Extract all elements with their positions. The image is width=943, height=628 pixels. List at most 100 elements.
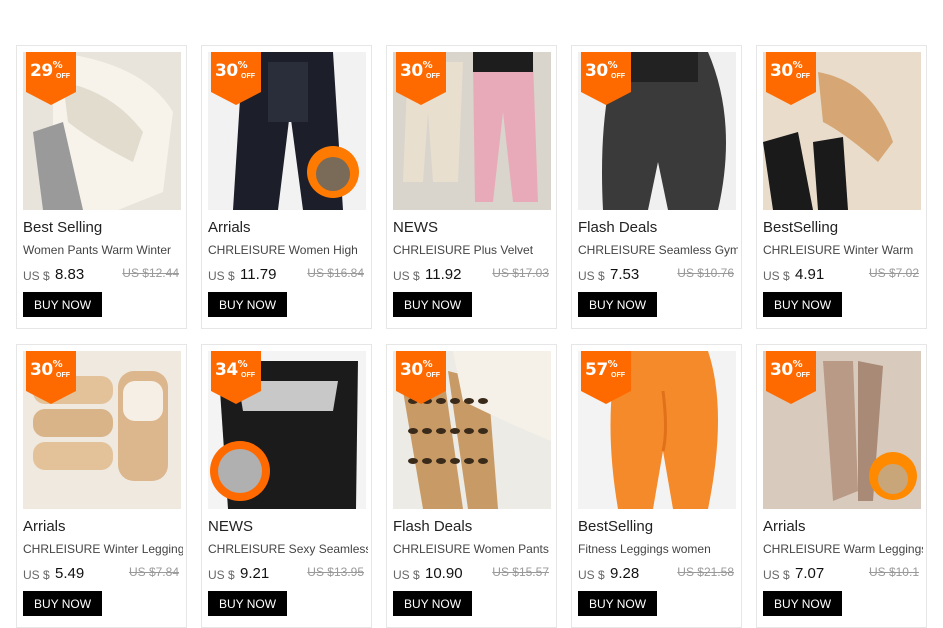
buy-now-button[interactable]: BUY NOW: [393, 591, 472, 616]
current-price: 7.07: [795, 565, 825, 582]
original-price: US $7.02: [868, 266, 919, 280]
discount-off-label: OFF: [796, 73, 810, 80]
product-card[interactable]: 30% OFF Flash Deals CHRLEISURE Women Pan…: [386, 344, 557, 628]
currency-label: US $: [763, 269, 790, 283]
discount-off-label: OFF: [611, 372, 625, 379]
product-image[interactable]: 34% OFF: [208, 351, 366, 509]
product-image[interactable]: 30% OFF: [23, 351, 181, 509]
discount-off-label: OFF: [426, 372, 440, 379]
product-card[interactable]: 30% OFF Arrials CHRLEISURE Warm Leggings…: [756, 344, 927, 628]
current-price: 4.91: [795, 266, 825, 283]
discount-percent: 57: [585, 360, 608, 380]
product-card[interactable]: 30% OFF BestSelling CHRLEISURE Winter Wa…: [756, 45, 927, 329]
discount-badge: 30% OFF: [26, 351, 76, 404]
discount-badge: 30% OFF: [396, 351, 446, 404]
product-image[interactable]: 30% OFF: [578, 52, 736, 210]
original-price: US $17.03: [492, 266, 549, 280]
product-tag: Flash Deals: [578, 219, 658, 236]
product-name[interactable]: CHRLEISURE Women High: [208, 243, 368, 257]
product-tag: BestSelling: [763, 219, 839, 236]
original-price: US $12.44: [122, 266, 179, 280]
buy-now-button[interactable]: BUY NOW: [763, 591, 842, 616]
original-price: US $10.1: [868, 565, 919, 579]
product-card[interactable]: 34% OFF NEWS CHRLEISURE Sexy Seamless US…: [201, 344, 372, 628]
buy-now-button[interactable]: BUY NOW: [23, 292, 102, 317]
currency-label: US $: [23, 269, 50, 283]
product-tag: NEWS: [393, 219, 438, 236]
discount-badge: 30% OFF: [581, 52, 631, 105]
discount-off-label: OFF: [56, 372, 70, 379]
product-name[interactable]: Women Pants Warm Winter: [23, 243, 183, 257]
product-name[interactable]: CHRLEISURE Winter Leggings: [23, 542, 183, 556]
product-card[interactable]: 29% OFF Best Selling Women Pants Warm Wi…: [16, 45, 187, 329]
discount-badge: 30% OFF: [766, 351, 816, 404]
buy-now-button[interactable]: BUY NOW: [208, 292, 287, 317]
product-name[interactable]: CHRLEISURE Winter Warm: [763, 243, 923, 257]
current-price: 7.53: [610, 266, 640, 283]
product-image[interactable]: 57% OFF: [578, 351, 736, 509]
product-card[interactable]: 30% OFF Flash Deals CHRLEISURE Seamless …: [571, 45, 742, 329]
product-name[interactable]: CHRLEISURE Plus Velvet: [393, 243, 553, 257]
discount-percent: 30: [400, 360, 423, 380]
discount-badge: 30% OFF: [766, 52, 816, 105]
product-card[interactable]: 30% OFF Arrials CHRLEISURE Women High US…: [201, 45, 372, 329]
buy-now-button[interactable]: BUY NOW: [208, 591, 287, 616]
original-price: US $13.95: [307, 565, 364, 579]
currency-label: US $: [393, 568, 420, 582]
currency-label: US $: [208, 269, 235, 283]
buy-now-button[interactable]: BUY NOW: [763, 292, 842, 317]
product-tag: NEWS: [208, 518, 253, 535]
discount-percent: 30: [215, 61, 238, 81]
currency-label: US $: [578, 269, 605, 283]
currency-label: US $: [208, 568, 235, 582]
product-image[interactable]: 30% OFF: [208, 52, 366, 210]
original-price: US $16.84: [307, 266, 364, 280]
current-price: 10.90: [425, 565, 463, 582]
discount-badge: 57% OFF: [581, 351, 631, 404]
original-price: US $21.58: [677, 565, 734, 579]
discount-badge: 30% OFF: [396, 52, 446, 105]
product-tag: Best Selling: [23, 219, 103, 236]
product-card[interactable]: 57% OFF BestSelling Fitness Leggings wom…: [571, 344, 742, 628]
discount-badge: 29% OFF: [26, 52, 76, 105]
current-price: 11.92: [425, 266, 462, 283]
product-name[interactable]: CHRLEISURE Warm Leggings: [763, 542, 923, 556]
current-price: 11.79: [240, 266, 277, 283]
product-tag: BestSelling: [578, 518, 654, 535]
buy-now-button[interactable]: BUY NOW: [578, 591, 657, 616]
discount-badge: 34% OFF: [211, 351, 261, 404]
product-tag: Arrials: [763, 518, 806, 535]
product-image[interactable]: 30% OFF: [763, 52, 921, 210]
product-name[interactable]: CHRLEISURE Sexy Seamless: [208, 542, 368, 556]
product-image[interactable]: 30% OFF: [393, 351, 551, 509]
product-card[interactable]: 30% OFF Arrials CHRLEISURE Winter Leggin…: [16, 344, 187, 628]
buy-now-button[interactable]: BUY NOW: [578, 292, 657, 317]
current-price: 8.83: [55, 266, 85, 283]
product-tag: Flash Deals: [393, 518, 473, 535]
product-image[interactable]: 30% OFF: [763, 351, 921, 509]
discount-off-label: OFF: [56, 73, 70, 80]
discount-off-label: OFF: [241, 372, 255, 379]
buy-now-button[interactable]: BUY NOW: [23, 591, 102, 616]
discount-percent: 30: [585, 61, 608, 81]
product-name[interactable]: Fitness Leggings women: [578, 542, 738, 556]
product-name[interactable]: CHRLEISURE Women Pants: [393, 542, 553, 556]
discount-percent: 30: [770, 61, 793, 81]
product-image[interactable]: 29% OFF: [23, 52, 181, 210]
currency-label: US $: [23, 568, 50, 582]
currency-label: US $: [393, 269, 420, 283]
discount-off-label: OFF: [426, 73, 440, 80]
product-image[interactable]: 30% OFF: [393, 52, 551, 210]
discount-percent: 29: [30, 61, 53, 81]
currency-label: US $: [763, 568, 790, 582]
currency-label: US $: [578, 568, 605, 582]
discount-percent: 30: [30, 360, 53, 380]
buy-now-button[interactable]: BUY NOW: [393, 292, 472, 317]
discount-percent: 34: [215, 360, 238, 380]
discount-off-label: OFF: [611, 73, 625, 80]
product-name[interactable]: CHRLEISURE Seamless Gym: [578, 243, 738, 257]
product-tag: Arrials: [208, 219, 251, 236]
original-price: US $15.57: [492, 565, 549, 579]
current-price: 9.21: [240, 565, 270, 582]
product-card[interactable]: 30% OFF NEWS CHRLEISURE Plus Velvet US $…: [386, 45, 557, 329]
